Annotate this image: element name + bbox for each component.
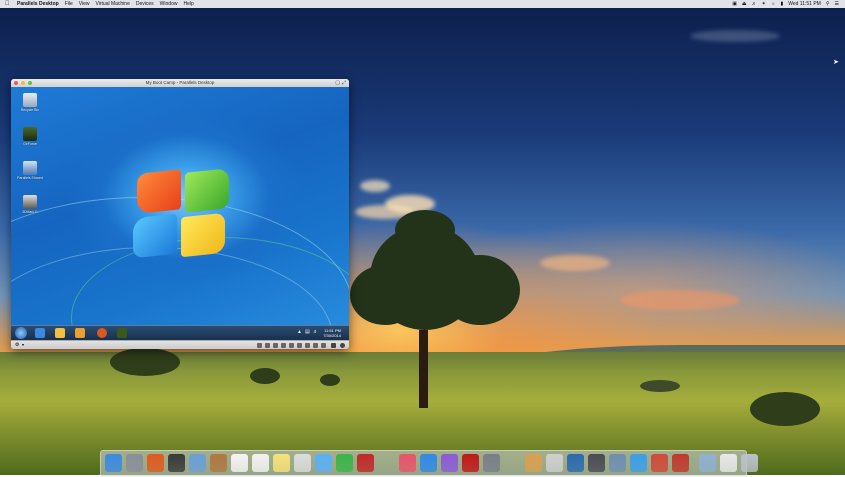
- 3dmark-icon: [23, 195, 37, 209]
- preview-image-icon[interactable]: [609, 454, 626, 472]
- mac-dock: [100, 450, 758, 477]
- photos-icon[interactable]: [378, 454, 395, 472]
- s-app-icon[interactable]: [567, 454, 584, 472]
- mac-menu-bar:  Parallels Desktop File View Virtual Ma…: [0, 0, 845, 8]
- menu-app-name[interactable]: Parallels Desktop: [17, 1, 59, 7]
- trash-icon[interactable]: [741, 454, 758, 472]
- windows-taskbar: ▲ ▤ ♬ 11:51 PM 7/30/2014: [11, 325, 349, 340]
- notes-icon[interactable]: [273, 454, 290, 472]
- device-shared-folder-icon[interactable]: [313, 343, 318, 348]
- notes-book-icon[interactable]: [210, 454, 227, 472]
- photo-booth-icon[interactable]: [357, 454, 374, 472]
- folder-icon[interactable]: [699, 454, 716, 472]
- menubar-clock[interactable]: Wed 11:51 PM: [788, 0, 821, 8]
- menu-help[interactable]: Help: [183, 1, 193, 7]
- device-cd-icon[interactable]: [305, 343, 310, 348]
- device-camera-icon[interactable]: [289, 343, 294, 348]
- minimize-window-button[interactable]: [21, 81, 25, 85]
- window-title-bar[interactable]: My Boot Camp - Parallels Desktop ▢ ⤢: [11, 79, 349, 87]
- spotlight-search-icon[interactable]: ⚲: [826, 0, 830, 8]
- recycle-bin-icon: [23, 93, 37, 107]
- calendar-icon[interactable]: [231, 454, 248, 472]
- coherence-icon[interactable]: ▢: [335, 79, 340, 87]
- mouse-cursor-icon: ➤: [833, 59, 839, 66]
- apple-menu-icon[interactable]: : [5, 0, 12, 8]
- windows7-desktop: Recycle Bin GeForce Parallels Shared 3DM…: [11, 87, 349, 340]
- messages-icon[interactable]: [315, 454, 332, 472]
- facetime-icon[interactable]: [336, 454, 353, 472]
- menu-devices[interactable]: Devices: [136, 1, 154, 7]
- photo-app-icon[interactable]: [651, 454, 668, 472]
- parallels-vm-window[interactable]: My Boot Camp - Parallels Desktop ▢ ⤢ Rec…: [11, 79, 349, 349]
- geforce-taskbar-icon[interactable]: [117, 328, 127, 338]
- bluetooth-icon[interactable]: ✶: [762, 0, 766, 8]
- volume-icon[interactable]: ♬: [752, 0, 757, 8]
- start-button-icon[interactable]: [15, 327, 27, 339]
- firefox-taskbar-icon[interactable]: [97, 328, 107, 338]
- preview-photos-icon[interactable]: [294, 454, 311, 472]
- wifi-icon[interactable]: ☼: [771, 0, 776, 8]
- launchpad-icon[interactable]: [126, 454, 143, 472]
- app-store-icon[interactable]: [420, 454, 437, 472]
- geforce-icon: [23, 127, 37, 141]
- device-hdd-icon[interactable]: [257, 343, 262, 348]
- system-preferences-icon[interactable]: [483, 454, 500, 472]
- menu-virtual-machine[interactable]: Virtual Machine: [96, 1, 130, 7]
- eject-icon[interactable]: ⏏: [742, 0, 747, 8]
- media-player-icon[interactable]: [75, 328, 85, 338]
- tray-volume-icon[interactable]: ♬: [313, 329, 318, 335]
- camera-icon[interactable]: ▣: [732, 0, 737, 8]
- menu-view[interactable]: View: [79, 1, 90, 7]
- finder-icon[interactable]: [105, 454, 122, 472]
- close-window-button[interactable]: [14, 81, 18, 85]
- tray-arrow-icon[interactable]: ▲: [297, 329, 302, 335]
- clapper-icon[interactable]: [588, 454, 605, 472]
- terminal-icon[interactable]: [504, 454, 521, 472]
- parallels-icon[interactable]: [672, 454, 689, 472]
- shared-folder-icon: [23, 161, 37, 175]
- desktop-icon-recycle-bin[interactable]: Recycle Bin: [17, 93, 43, 112]
- itunes-icon[interactable]: [399, 454, 416, 472]
- notification-center-icon[interactable]: ☰: [835, 0, 839, 8]
- desktop-icon-3dmark11[interactable]: 3DMark11: [17, 195, 43, 214]
- keyboard-icon[interactable]: [546, 454, 563, 472]
- windows-logo: [131, 159, 236, 265]
- mission-control-icon[interactable]: [168, 454, 185, 472]
- desktop-icon-geforce[interactable]: GeForce: [17, 127, 43, 146]
- zoom-window-button[interactable]: [28, 81, 32, 85]
- fullscreen-icon[interactable]: ⤢: [342, 79, 346, 87]
- chevron-down-icon[interactable]: ▾: [22, 342, 24, 347]
- device-sound-icon[interactable]: [297, 343, 302, 348]
- vm-config-icon[interactable]: [340, 343, 345, 348]
- firefox-icon[interactable]: [147, 454, 164, 472]
- battery-icon[interactable]: ▮: [780, 0, 783, 8]
- mail-icon[interactable]: [630, 454, 647, 472]
- vm-settings-gear-icon[interactable]: ⚙: [15, 342, 19, 348]
- device-floppy-icon[interactable]: [321, 343, 326, 348]
- ibooks-icon[interactable]: [441, 454, 458, 472]
- desktop-icon-parallels-shared[interactable]: Parallels Shared: [17, 161, 43, 180]
- menu-file[interactable]: File: [65, 1, 73, 7]
- filezilla-icon[interactable]: [462, 454, 479, 472]
- internet-explorer-icon[interactable]: [35, 328, 45, 338]
- document-icon[interactable]: [720, 454, 737, 472]
- device-usb-icon[interactable]: [265, 343, 270, 348]
- device-network-icon[interactable]: [273, 343, 278, 348]
- window-title: My Boot Camp - Parallels Desktop: [145, 80, 215, 85]
- textedit-icon[interactable]: [252, 454, 269, 472]
- device-printer-icon[interactable]: [281, 343, 286, 348]
- pause-vm-icon[interactable]: [331, 343, 336, 348]
- books-icon[interactable]: [525, 454, 542, 472]
- windows-clock[interactable]: 11:51 PM 7/30/2014: [323, 328, 341, 338]
- menu-window[interactable]: Window: [160, 1, 178, 7]
- parallels-status-bar: ⚙ ▾: [11, 340, 349, 349]
- tray-network-icon[interactable]: ▤: [305, 329, 310, 335]
- file-explorer-icon[interactable]: [55, 328, 65, 338]
- preview-icon[interactable]: [189, 454, 206, 472]
